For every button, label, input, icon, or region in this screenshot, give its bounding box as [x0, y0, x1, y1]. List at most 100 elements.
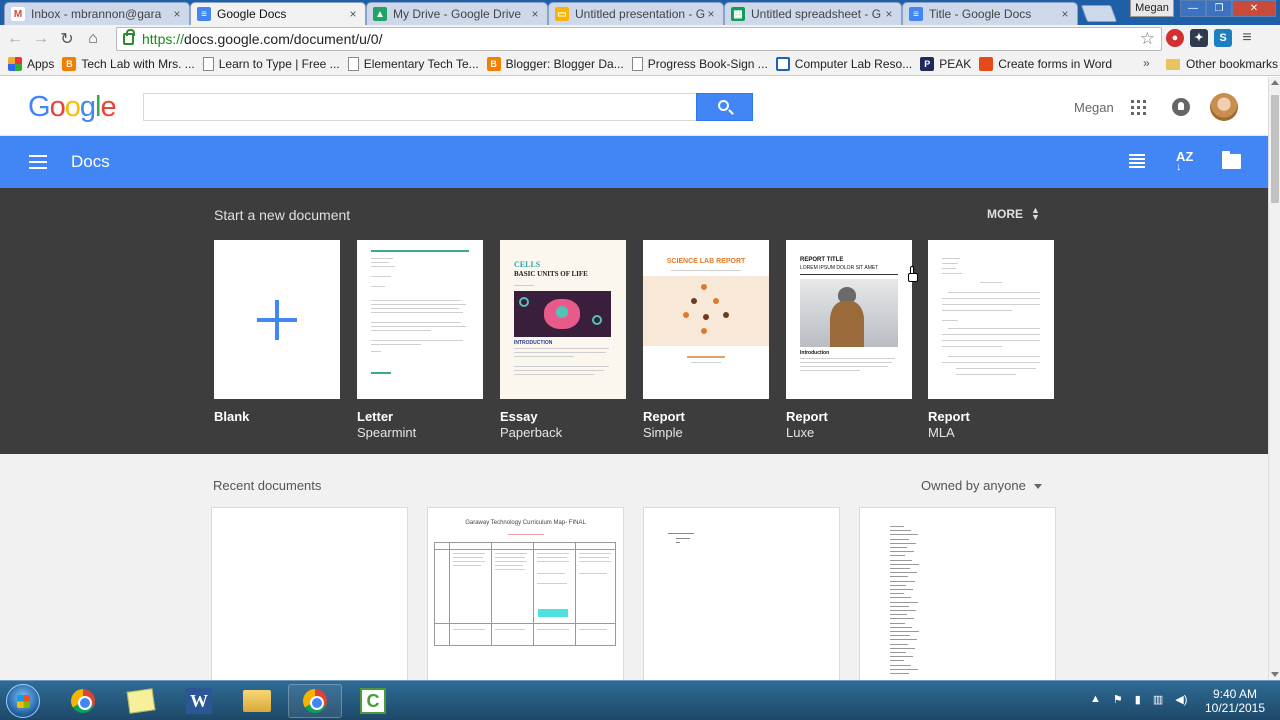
google-logo[interactable]: Google: [28, 91, 117, 124]
volume-icon[interactable]: ◀): [1175, 693, 1187, 706]
tab-gmail-inbox[interactable]: M Inbox - mbrannon@gara ×: [4, 2, 190, 25]
reload-icon[interactable]: ↻: [54, 29, 80, 49]
template-thumbnail[interactable]: CELLS BASIC UNITS OF LIFE INTRODUCTION: [500, 240, 626, 399]
bookmarks-overflow-button[interactable]: »: [1143, 56, 1150, 70]
taskbar-chrome[interactable]: [56, 684, 110, 718]
list-line: [890, 593, 904, 595]
recent-document-card[interactable]: [643, 507, 840, 682]
recent-document-card[interactable]: Garaway Technology Curriculum Map- FINAL: [427, 507, 624, 682]
close-icon[interactable]: ×: [171, 7, 183, 21]
maximize-button[interactable]: ❐: [1206, 0, 1232, 17]
list-view-icon[interactable]: [1129, 154, 1145, 168]
taskbar-word[interactable]: W: [172, 684, 226, 718]
tab-title-google-docs[interactable]: ≡ Title - Google Docs ×: [902, 2, 1078, 25]
docs-app-bar: Docs AZ ↓: [0, 136, 1268, 188]
extension-icon[interactable]: ✦: [1190, 29, 1208, 47]
taskbar-chrome-active[interactable]: [288, 684, 342, 718]
bookmark-peak[interactable]: P PEAK: [920, 57, 971, 71]
template-thumbnail[interactable]: REPORT TITLE LOREM IPSUM DOLOR SIT AMET …: [786, 240, 912, 399]
owner-filter-dropdown[interactable]: Owned by anyone: [921, 478, 1042, 493]
scroll-down-arrow-icon[interactable]: [1271, 672, 1279, 677]
scroll-up-arrow-icon[interactable]: [1271, 80, 1279, 85]
tab-google-docs[interactable]: ≡ Google Docs ×: [190, 2, 366, 25]
other-bookmarks[interactable]: Other bookmarks: [1166, 53, 1278, 75]
sort-az-icon[interactable]: AZ ↓: [1176, 150, 1193, 173]
tab-untitled-spreadsheet[interactable]: ▦ Untitled spreadsheet - G ×: [724, 2, 902, 25]
forward-arrow-icon[interactable]: →: [28, 30, 54, 48]
home-icon[interactable]: ⌂: [80, 30, 106, 48]
template-blank[interactable]: Blank: [214, 240, 340, 424]
bookmark-tech-lab[interactable]: B Tech Lab with Mrs. ...: [62, 57, 195, 71]
chevron-down-icon: [1033, 484, 1042, 490]
template-thumbnail[interactable]: [928, 240, 1054, 399]
menu-icon[interactable]: ≡: [1238, 29, 1256, 47]
bookmark-progress-book[interactable]: Progress Book-Sign ...: [631, 57, 768, 71]
close-icon[interactable]: ×: [347, 7, 359, 21]
minimize-button[interactable]: —: [1180, 0, 1206, 17]
show-hidden-icons-icon[interactable]: ▲: [1090, 693, 1101, 706]
open-file-picker-icon[interactable]: [1222, 151, 1241, 169]
list-line: [890, 576, 908, 578]
search-input[interactable]: [143, 93, 697, 121]
bookmark-star-icon[interactable]: ☆: [1140, 29, 1155, 49]
system-clock[interactable]: 9:40 AM 10/21/2015: [1200, 687, 1270, 715]
molecule-illustration: [643, 276, 769, 346]
chrome-icon: [303, 689, 327, 713]
bookmark-elementary-tech[interactable]: Elementary Tech Te...: [347, 57, 479, 71]
template-subtitle: Luxe: [786, 425, 815, 440]
template-letter-spearmint[interactable]: Letter Spearmint: [357, 240, 483, 440]
scrollbar-thumb[interactable]: [1271, 95, 1279, 203]
search-button[interactable]: [696, 93, 753, 121]
slides-icon: ▭: [555, 7, 569, 21]
template-name: Report: [786, 409, 828, 424]
close-window-button[interactable]: ✕: [1232, 0, 1276, 17]
template-report-mla[interactable]: Report MLA: [928, 240, 1054, 440]
close-icon[interactable]: ×: [883, 7, 895, 21]
recent-document-card[interactable]: [859, 507, 1056, 682]
bookmark-blogger[interactable]: B Blogger: Blogger Da...: [486, 57, 624, 71]
tab-title: Google Docs: [217, 7, 287, 21]
avatar[interactable]: [1210, 93, 1238, 121]
url-path: docs.google.com/document/u/0/: [184, 31, 383, 47]
flag-icon[interactable]: ⚑: [1113, 693, 1123, 706]
bookmark-apps[interactable]: Apps: [8, 57, 54, 71]
template-essay-paperback[interactable]: CELLS BASIC UNITS OF LIFE INTRODUCTION E…: [500, 240, 626, 440]
list-line: [890, 526, 904, 527]
taskbar-sticky-notes[interactable]: [114, 684, 168, 718]
tab-my-drive[interactable]: ▲ My Drive - Google Drive ×: [366, 2, 548, 25]
bookmark-computer-lab[interactable]: Computer Lab Reso...: [775, 57, 912, 71]
close-icon[interactable]: ×: [705, 7, 717, 21]
network-icon[interactable]: ▥: [1153, 693, 1163, 706]
more-templates-button[interactable]: MORE ▲ ▼: [987, 206, 1040, 222]
template-report-simple[interactable]: SCIENCE LAB REPORT Report Simple: [643, 240, 769, 440]
notifications-icon[interactable]: [1172, 98, 1190, 116]
adblock-icon[interactable]: ●: [1166, 29, 1184, 47]
new-tab-button[interactable]: [1080, 5, 1118, 22]
close-icon[interactable]: ×: [529, 7, 541, 21]
template-thumbnail[interactable]: SCIENCE LAB REPORT: [643, 240, 769, 399]
taskbar-explorer[interactable]: [230, 684, 284, 718]
account-name[interactable]: Megan: [1074, 100, 1114, 115]
start-button[interactable]: [6, 684, 40, 718]
taskbar-camtasia[interactable]: C: [346, 684, 400, 718]
apps-grid-icon[interactable]: [1131, 100, 1146, 115]
tab-untitled-presentation[interactable]: ▭ Untitled presentation - G ×: [548, 2, 724, 25]
template-thumbnail[interactable]: [214, 240, 340, 399]
bookmark-create-forms[interactable]: Create forms in Word: [979, 57, 1112, 71]
page-scrollbar[interactable]: [1268, 77, 1280, 680]
luxe-thumb-subtitle: LOREM IPSUM DOLOR SIT AMET: [800, 265, 879, 271]
list-line: [890, 635, 910, 637]
power-icon[interactable]: ▮: [1135, 693, 1141, 706]
recent-document-card[interactable]: [211, 507, 408, 682]
template-thumbnail[interactable]: [357, 240, 483, 399]
template-report-luxe[interactable]: REPORT TITLE LOREM IPSUM DOLOR SIT AMET …: [786, 240, 912, 440]
template-name: Report: [643, 409, 685, 424]
address-bar[interactable]: https://docs.google.com/document/u/0/ ☆: [116, 27, 1162, 51]
back-arrow-icon[interactable]: ←: [2, 30, 28, 48]
main-menu-icon[interactable]: [29, 155, 47, 169]
bookmark-learn-to-type[interactable]: Learn to Type | Free ...: [202, 57, 340, 71]
sheets-icon: ▦: [731, 7, 745, 21]
close-icon[interactable]: ×: [1059, 7, 1071, 21]
s-extension-icon[interactable]: S: [1214, 29, 1232, 47]
profile-button[interactable]: Megan: [1130, 0, 1174, 17]
